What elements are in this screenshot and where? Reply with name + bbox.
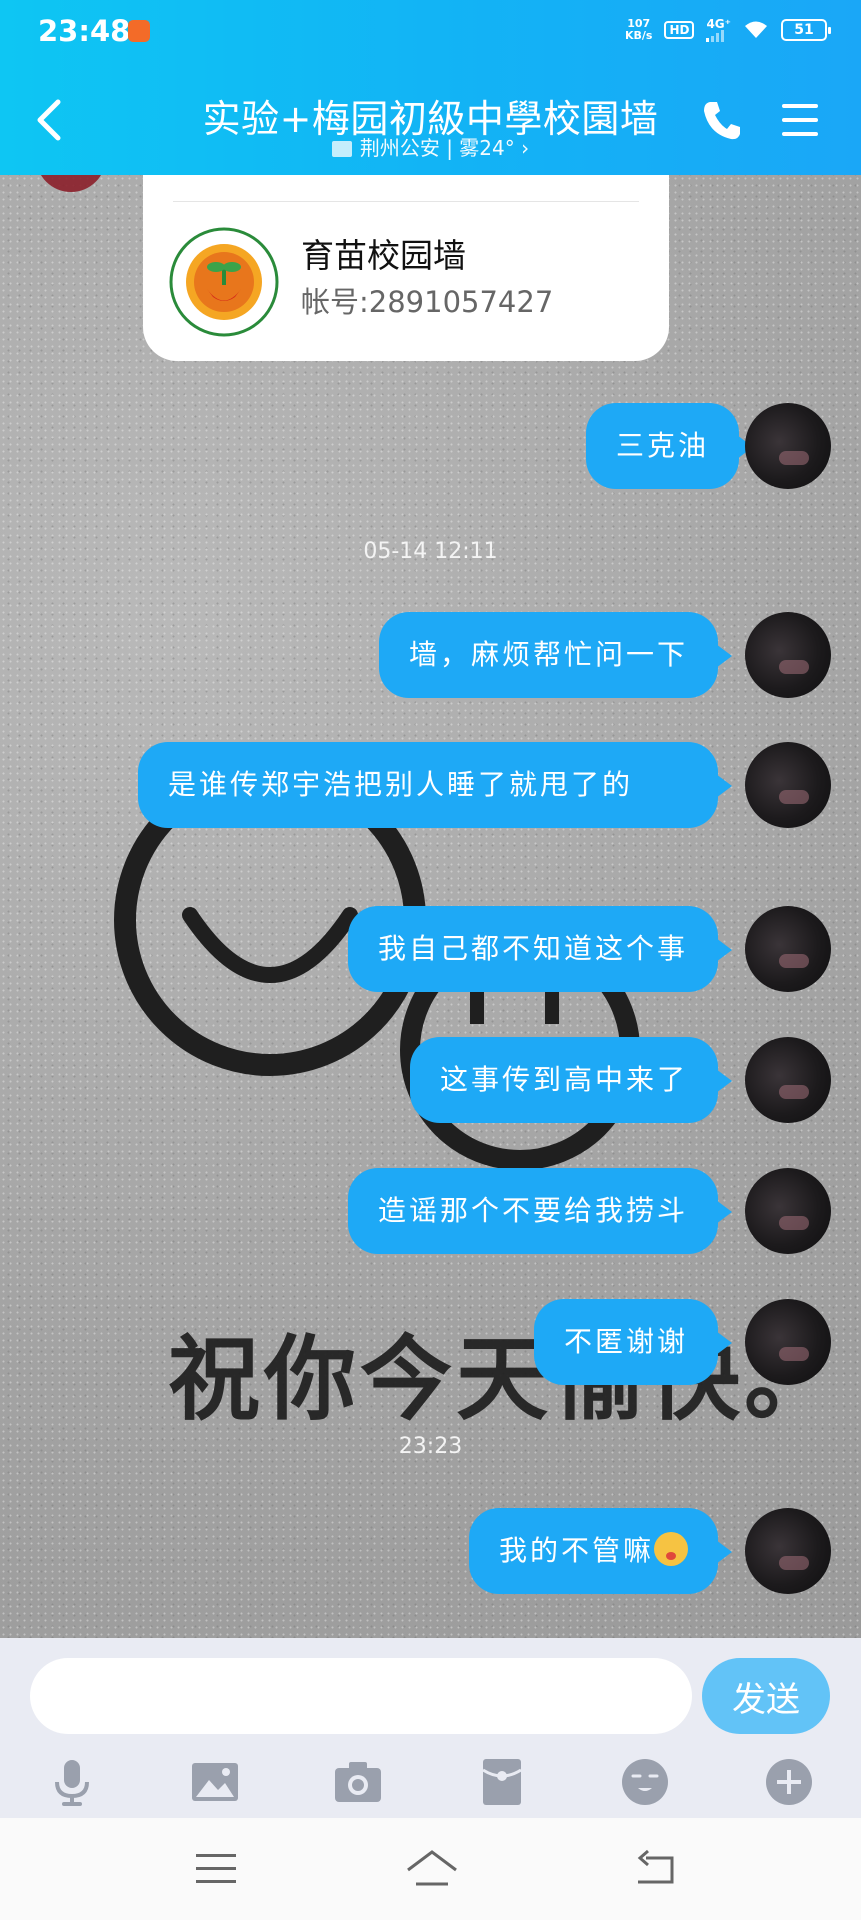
message-row: 不匿谢谢 — [0, 1299, 861, 1389]
message-bubble[interactable]: 三克油 — [585, 403, 754, 489]
message-bubble[interactable]: 不匿谢谢 — [533, 1299, 733, 1385]
message-bubble[interactable]: 墙，麻烦帮忙问一下 — [378, 612, 733, 698]
shared-contact-card[interactable]: 育苗校园墙 帐号:2891057427 — [143, 175, 669, 361]
card-contact-name: 育苗校园墙 — [301, 236, 466, 275]
message-row: 我自己都不知道这个事 — [0, 906, 861, 996]
user-avatar[interactable] — [745, 742, 831, 828]
card-divider — [173, 201, 639, 202]
weather-icon — [331, 141, 352, 157]
top-bar: 23:48 107 KB/s HD 4G⁺ 51 实验+梅园初級中學校園墙 荆州… — [0, 0, 861, 175]
signal-icon: 4G⁺ — [706, 18, 731, 42]
send-button[interactable]: 发送 — [702, 1658, 830, 1734]
status-indicators: 107 KB/s HD 4G⁺ 51 — [625, 18, 831, 42]
system-navigation-bar — [0, 1818, 861, 1920]
message-bubble[interactable]: 我自己都不知道这个事 — [347, 906, 733, 992]
user-avatar[interactable] — [745, 1168, 831, 1254]
message-bubble[interactable]: 是谁传郑宇浩把别人睡了就甩了的 — [138, 742, 732, 828]
home-icon[interactable] — [404, 1848, 460, 1890]
user-avatar[interactable] — [745, 906, 831, 992]
phone-call-button[interactable] — [700, 98, 744, 142]
message-row: 我的不管嘛 — [0, 1508, 861, 1598]
message-row: 墙，麻烦帮忙问一下 — [0, 612, 861, 702]
message-row: 这事传到高中来了 — [0, 1037, 861, 1127]
message-timestamp: 05-14 12:11 — [363, 539, 498, 564]
message-row: 造谣那个不要给我捞斗 — [0, 1168, 861, 1258]
status-time: 23:48 — [38, 14, 131, 48]
network-speed-unit: KB/s — [624, 29, 653, 42]
user-avatar[interactable] — [745, 1508, 831, 1594]
message-row: 三克油 — [0, 403, 861, 493]
tongue-emoji-icon — [654, 1532, 688, 1566]
message-composer: 发送 — [0, 1638, 861, 1818]
message-bubble[interactable]: 这事传到高中来了 — [409, 1037, 733, 1123]
location-weather: 荆州公安 | 雾24° › — [359, 136, 530, 160]
user-avatar[interactable] — [745, 1299, 831, 1385]
emoji-icon[interactable] — [619, 1756, 671, 1808]
wifi-icon — [745, 21, 767, 38]
red-packet-icon[interactable] — [476, 1756, 528, 1808]
school-logo — [169, 227, 279, 337]
user-avatar[interactable] — [745, 612, 831, 698]
card-account-number: 帐号:2891057427 — [301, 285, 554, 319]
network-speed: 107 KB/s — [625, 18, 652, 42]
message-row: 是谁传郑宇浩把别人睡了就甩了的 — [0, 742, 861, 862]
user-avatar[interactable] — [745, 1037, 831, 1123]
message-input[interactable] — [30, 1658, 692, 1734]
message-bubble[interactable]: 造谣那个不要给我捞斗 — [347, 1168, 733, 1254]
user-avatar[interactable] — [745, 403, 831, 489]
message-timestamp: 23:23 — [398, 1434, 463, 1459]
plus-icon[interactable] — [763, 1756, 815, 1808]
app-notification-icon — [128, 20, 150, 42]
message-bubble[interactable]: 我的不管嘛 — [468, 1508, 733, 1594]
hd-badge: HD — [664, 21, 695, 39]
battery-level: 51 — [794, 22, 814, 38]
menu-button[interactable] — [780, 100, 820, 140]
back-nav-icon[interactable] — [632, 1848, 680, 1890]
battery-icon: 51 — [781, 19, 831, 41]
camera-icon[interactable] — [332, 1756, 384, 1808]
message-text: 我的不管嘛 — [498, 1534, 654, 1567]
microphone-icon[interactable] — [46, 1756, 98, 1808]
recent-apps-icon[interactable] — [192, 1848, 240, 1890]
image-icon[interactable] — [189, 1756, 241, 1808]
network-type: 4G⁺ — [706, 17, 731, 31]
